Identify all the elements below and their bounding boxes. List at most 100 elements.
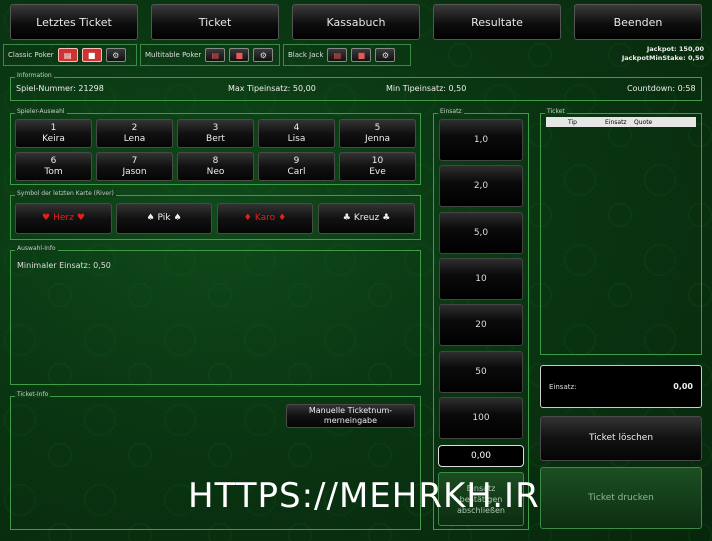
information-title: Information xyxy=(15,72,54,79)
kreuz-button[interactable]: ♣ Kreuz ♣ xyxy=(318,203,415,234)
player-button-9[interactable]: 9 Carl xyxy=(258,152,335,181)
ticket-einsatz-label: Einsatz: xyxy=(549,383,577,391)
ticket-title: Ticket xyxy=(545,108,567,115)
einsatz-current-value: 0,00 xyxy=(470,451,492,461)
cards-icon[interactable]: ▤ xyxy=(327,48,348,62)
classic-poker-label: Classic Poker xyxy=(8,51,54,59)
letztes-ticket-button[interactable]: Letztes Ticket xyxy=(10,4,138,40)
einsatz-value-label: 1,0 xyxy=(473,135,489,145)
jackpot-info: Jackpot: 150,00 JackpotMinStake: 0,50 xyxy=(622,45,704,63)
karo-button[interactable]: ♦ Karo ♦ xyxy=(217,203,313,234)
einsatz-value-button[interactable]: 100 xyxy=(439,396,523,439)
col-einsatz: Einsatz xyxy=(605,118,627,126)
einsatz-value-label: 2,0 xyxy=(473,181,489,192)
player-name: Bert xyxy=(206,133,225,144)
countdown: Countdown: 0:58 xyxy=(627,84,696,93)
player-number: 1 xyxy=(50,122,57,133)
player-button-8[interactable]: 8 Neo xyxy=(177,152,254,181)
settings-icon[interactable]: ⚙ xyxy=(253,48,274,62)
watermark-text: HTTPS://MEHRKH.IR xyxy=(188,476,540,516)
club-icon: ♣ xyxy=(342,213,351,223)
player-button-5[interactable]: 5 Jenna xyxy=(339,119,416,148)
cards-icon[interactable]: ▤ xyxy=(205,48,226,62)
player-name: Carl xyxy=(287,166,306,177)
heart-icon: ♥ xyxy=(42,213,51,223)
information-panel: Information xyxy=(10,72,702,101)
ticket-drucken-button[interactable]: Ticket drucken xyxy=(540,467,702,529)
ticket-einsatz-value: 0,00 xyxy=(673,382,693,391)
settings-icon[interactable]: ⚙ xyxy=(105,48,126,62)
pik-label: Pik xyxy=(157,213,171,223)
kassabuch-label: Kassabuch xyxy=(326,15,386,29)
einsatz-value-label: 100 xyxy=(472,412,490,423)
einsatz-value-button[interactable]: 5,0 xyxy=(439,211,523,254)
jackpot-min-stake: JackpotMinStake: 0,50 xyxy=(621,54,704,62)
spieler-auswahl-title: Spieler-Auswahl xyxy=(15,108,67,115)
player-button-10[interactable]: 10 Eve xyxy=(339,152,416,181)
pik-button[interactable]: ♠ Pik ♠ xyxy=(116,203,212,234)
stop-icon[interactable]: ■ xyxy=(351,48,372,62)
player-name: Keira xyxy=(42,133,65,144)
stop-icon[interactable]: ■ xyxy=(229,48,250,62)
einsatz-value-label: 10 xyxy=(475,273,487,284)
einsatz-value-label: 20 xyxy=(475,320,487,331)
ticket-einsatz-box: Einsatz: 0,00 xyxy=(540,365,702,408)
einsatz-value-button[interactable]: 50 xyxy=(439,350,523,393)
beenden-label: Beenden xyxy=(613,15,663,29)
diamond-icon: ♦ xyxy=(278,213,287,223)
cards-icon[interactable]: ▤ xyxy=(57,48,78,62)
settings-icon[interactable]: ⚙ xyxy=(375,48,396,62)
player-button-6[interactable]: 6 Tom xyxy=(15,152,92,181)
player-button-2[interactable]: 2 Lena xyxy=(96,119,173,148)
player-name: Jenna xyxy=(364,133,391,144)
symbol-title: Symbol der letzten Karte (River) xyxy=(15,190,116,197)
ticket-drucken-label: Ticket drucken xyxy=(588,493,654,503)
stop-icon[interactable]: ■ xyxy=(81,48,102,62)
manual-line1: Manuelle Ticketnum- xyxy=(308,406,393,415)
einsatz-value-label: 5,0 xyxy=(473,227,489,238)
minimaler-einsatz-text: Minimaler Einsatz: 0,50 xyxy=(17,261,111,270)
player-name: Eve xyxy=(369,166,386,177)
ticket-label: Ticket xyxy=(198,15,232,29)
karo-label: Karo xyxy=(254,213,276,223)
einsatz-value-button[interactable]: 20 xyxy=(439,304,523,347)
player-button-3[interactable]: 3 Bert xyxy=(177,119,254,148)
player-number: 8 xyxy=(212,155,219,166)
manual-line2: merneingabe xyxy=(323,416,378,425)
spiel-nummer: Spiel-Nummer: 21298 xyxy=(16,84,104,93)
player-number: 7 xyxy=(131,155,138,166)
herz-label: Herz xyxy=(53,213,74,223)
heart-icon: ♥ xyxy=(76,213,85,223)
player-number: 10 xyxy=(371,155,384,166)
diamond-icon: ♦ xyxy=(243,213,252,223)
einsatz-value-button[interactable]: 1,0 xyxy=(439,119,523,161)
player-number: 2 xyxy=(131,122,138,133)
player-name: Neo xyxy=(206,166,225,177)
herz-button[interactable]: ♥ Herz ♥ xyxy=(15,203,112,234)
club-icon: ♣ xyxy=(382,213,391,223)
letztes-ticket-label: Letztes Ticket xyxy=(36,15,112,29)
auswahl-info-title: Auswahl-Info xyxy=(15,245,58,252)
game-group-classic-poker: Classic Poker ▤ ■ ⚙ xyxy=(3,44,137,66)
einsatz-value-button[interactable]: 2,0 xyxy=(439,165,523,208)
manuelle-ticketnummer-button[interactable]: Manuelle Ticketnum- merneingabe xyxy=(286,404,415,428)
ticket-button[interactable]: Ticket xyxy=(151,4,279,40)
ticket-loeschen-label: Ticket löschen xyxy=(588,433,654,443)
player-name: Tom xyxy=(44,166,63,177)
spade-icon: ♠ xyxy=(173,213,182,223)
player-number: 9 xyxy=(293,155,300,166)
ticket-loeschen-button[interactable]: Ticket löschen xyxy=(540,416,702,461)
player-number: 6 xyxy=(50,155,57,166)
resultate-button[interactable]: Resultate xyxy=(433,4,561,40)
beenden-button[interactable]: Beenden xyxy=(574,4,702,40)
player-button-4[interactable]: 4 Lisa xyxy=(258,119,335,148)
einsatz-value-label: 50 xyxy=(475,366,487,377)
kassabuch-button[interactable]: Kassabuch xyxy=(292,4,420,40)
game-group-black-jack: Black Jack ▤ ■ ⚙ xyxy=(283,44,411,66)
player-button-1[interactable]: 1 Keira xyxy=(15,119,92,148)
ticket-info-title: Ticket-Info xyxy=(15,391,51,398)
player-button-7[interactable]: 7 Jason xyxy=(96,152,173,181)
einsatz-value-button[interactable]: 10 xyxy=(439,257,523,300)
player-name: Jason xyxy=(122,166,147,177)
player-number: 3 xyxy=(212,122,219,133)
